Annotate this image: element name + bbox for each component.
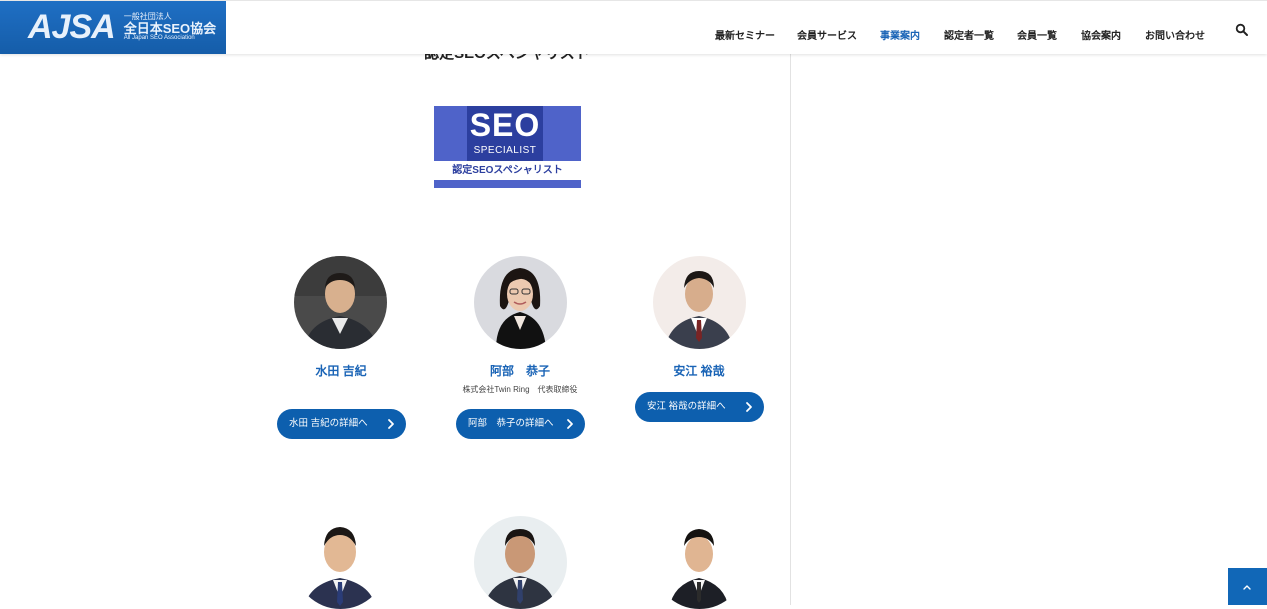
avatar-person-3[interactable] [653,256,746,349]
person-company: 株式会社Twin Ring 代表取締役 [462,385,578,394]
person-name: 阿部 恭子 [489,364,550,378]
nav-item-about[interactable]: 協会案内 [1081,27,1121,42]
avatar-person-5[interactable] [474,516,567,609]
main-nav: 最新セミナー 会員サービス 事業案内 認定者一覧 会員一覧 協会案内 お問い合わ… [0,27,1267,43]
person-name: 水田 吉紀 [315,364,367,378]
scroll-to-top-button[interactable] [1228,568,1267,605]
badge-bottom-band [434,180,581,188]
avatar-person-1[interactable] [294,256,387,349]
search-icon[interactable] [1235,23,1249,37]
nav-item-business[interactable]: 事業案内 [880,27,920,42]
seo-specialist-badge: SEO SPECIALIST 認定SEOスペシャリスト [434,106,581,188]
badge-inner: SEO SPECIALIST [467,106,543,161]
nav-item-certified-list[interactable]: 認定者一覧 [944,27,994,42]
detail-button-person-3[interactable]: 安江 裕哉の詳細へ [635,392,764,422]
nav-item-contact[interactable]: お問い合わせ [1145,27,1205,42]
chevron-up-icon [1243,585,1251,590]
detail-button-person-2[interactable]: 阿部 恭子の詳細へ [456,409,585,439]
badge-caption: 認定SEOスペシャリスト [434,161,581,180]
badge-specialist-text: SPECIALIST [473,145,537,156]
avatar-person-4[interactable] [294,516,387,609]
nav-item-seminar[interactable]: 最新セミナー [715,27,775,42]
sidebar-divider [790,54,791,605]
chevron-right-icon [567,419,573,429]
badge-seo-text: SEO [469,107,541,143]
avatar-person-6[interactable] [653,516,746,609]
chevron-right-icon [388,419,394,429]
person-name: 安江 裕哉 [673,364,725,378]
detail-button-label: 安江 裕哉の詳細へ [647,401,726,412]
detail-button-label: 水田 吉紀の詳細へ [289,418,368,429]
nav-item-member-service[interactable]: 会員サービス [797,27,857,42]
nav-item-member-list[interactable]: 会員一覧 [1017,27,1057,42]
avatar-person-2[interactable] [474,256,567,349]
chevron-right-icon [746,402,752,412]
detail-button-person-1[interactable]: 水田 吉紀の詳細へ [277,409,406,439]
detail-button-label: 阿部 恭子の詳細へ [468,418,554,429]
site-header: AJSA 一般社団法人 全日本SEO協会 All Japan SEO Assoc… [0,0,1267,54]
